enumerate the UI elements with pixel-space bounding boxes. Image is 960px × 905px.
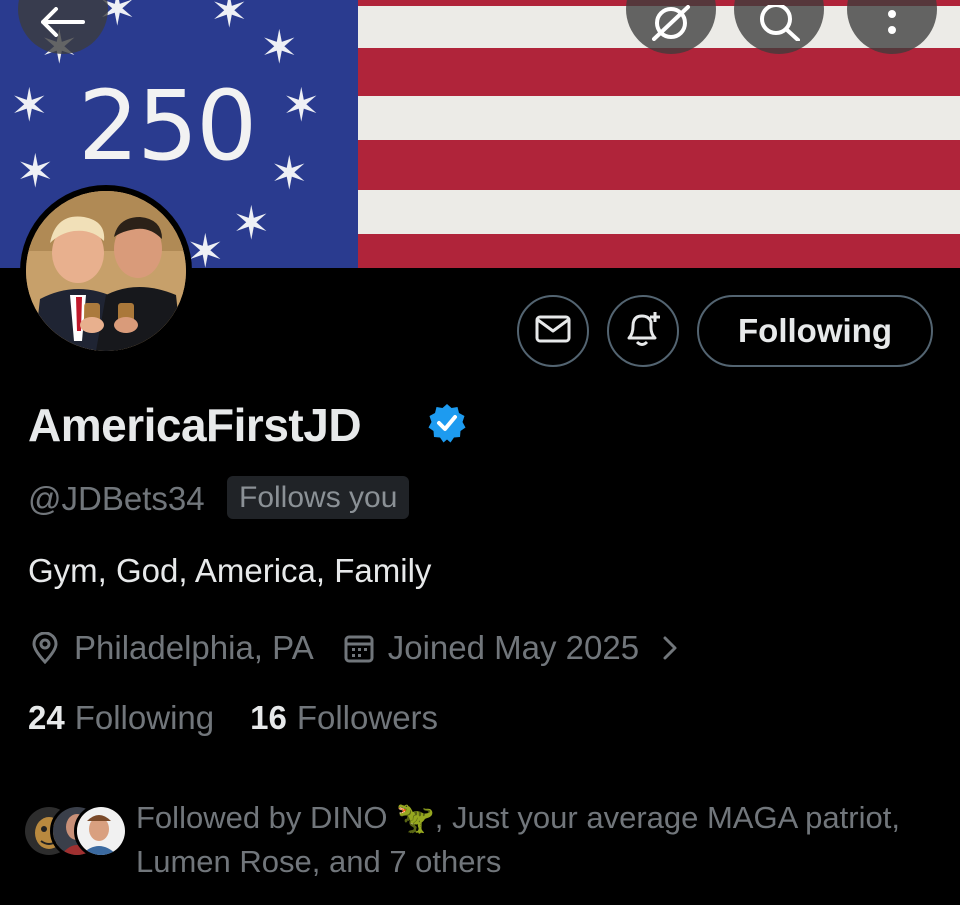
mail-icon: [535, 315, 571, 348]
verified-badge-icon[interactable]: [426, 402, 468, 449]
star-icon: ✶: [210, 0, 249, 38]
star-icon: ✶: [186, 224, 225, 268]
star-icon: ✶: [282, 78, 321, 132]
location: Philadelphia, PA: [74, 629, 314, 666]
following-label: Following: [74, 699, 215, 736]
chevron-right-icon[interactable]: [653, 631, 687, 665]
grok-icon: [650, 5, 692, 41]
arrow-left-icon: [41, 7, 85, 37]
followers-stat[interactable]: 16 Followers: [250, 699, 438, 737]
follower-avatar: [74, 804, 128, 858]
followed-by-line-1: Followed by DINO 🦖, Just your average MA…: [136, 800, 900, 835]
banner-number: 250: [78, 70, 257, 182]
bell-plus-icon: [623, 310, 663, 353]
search-icon: [758, 5, 800, 41]
star-icon: ✶: [10, 78, 49, 132]
message-button[interactable]: [517, 295, 589, 367]
followers-count: 16: [250, 699, 287, 736]
star-icon: ✶: [260, 20, 299, 74]
more-vertical-icon: [886, 8, 898, 40]
display-name: AmericaFirstJD: [28, 399, 362, 451]
followers-label: Followers: [296, 699, 439, 736]
followed-by-text: Followed by DINO 🦖, Just your average MA…: [136, 796, 946, 884]
profile-meta: Philadelphia, PA Joined May 2025: [28, 626, 699, 670]
following-count: 24: [28, 699, 65, 736]
notify-button[interactable]: [607, 295, 679, 367]
follows-you-badge: Follows you: [227, 476, 410, 519]
following-button[interactable]: Following: [697, 295, 933, 367]
star-icon: ✶: [270, 146, 309, 200]
bio: Gym, God, America, Family: [28, 552, 432, 589]
profile-stats: 24 Following 16 Followers: [28, 699, 438, 737]
followed-by-line-2: Lumen Rose, and 7 others: [136, 844, 502, 879]
avatar[interactable]: [20, 185, 192, 357]
joined-date: Joined May 2025: [387, 629, 640, 666]
followed-by[interactable]: Followed by DINO 🦖, Just your average MA…: [22, 796, 942, 879]
following-stat[interactable]: 24 Following: [28, 699, 214, 737]
star-icon: ✶: [232, 196, 271, 250]
star-icon: ✶: [16, 144, 55, 198]
location-pin-icon: [28, 631, 62, 665]
avatar-photo: [26, 191, 186, 351]
handle: @JDBets34: [28, 480, 205, 517]
calendar-icon: [342, 631, 376, 665]
